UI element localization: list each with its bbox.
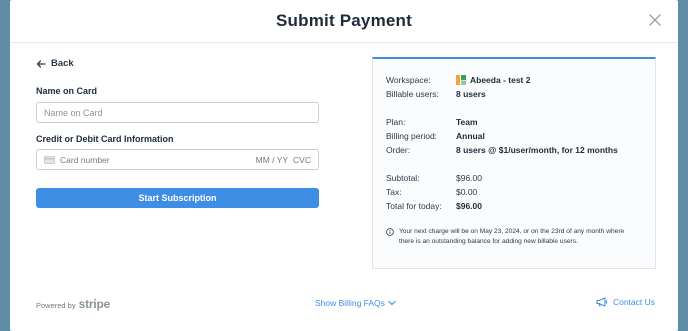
billing-period-key: Billing period: bbox=[386, 131, 438, 141]
workspace-key: Workspace: bbox=[386, 75, 431, 85]
order-value: 8 users @ $1/user/month, for 12 months bbox=[456, 145, 618, 155]
back-button[interactable]: Back bbox=[36, 58, 74, 69]
card-number-input[interactable]: Card number bbox=[60, 155, 256, 165]
contact-us-link[interactable]: Contact Us bbox=[596, 297, 655, 307]
card-cvc-input[interactable]: CVC bbox=[293, 155, 311, 165]
tax-value: $0.00 bbox=[456, 187, 478, 197]
modal-title: Submit Payment bbox=[276, 11, 412, 30]
next-charge-notice: Your next charge will be on May 23, 2024… bbox=[386, 227, 636, 247]
show-billing-faqs-link[interactable]: Show Billing FAQs bbox=[315, 298, 396, 308]
submit-payment-modal: Submit Payment Back Name on Card Credit … bbox=[10, 0, 678, 331]
powered-by-stripe: Powered by stripe bbox=[36, 297, 110, 311]
name-on-card-label: Name on Card bbox=[36, 86, 98, 96]
billable-users-value: 8 users bbox=[456, 89, 486, 99]
workspace-row: Workspace: Abeeda - test 2 bbox=[386, 75, 530, 85]
subtotal-row: Subtotal: $96.00 bbox=[386, 173, 482, 183]
back-label: Back bbox=[51, 58, 74, 69]
plan-key: Plan: bbox=[386, 117, 406, 127]
plan-row: Plan: Team bbox=[386, 117, 478, 127]
arrow-left-icon bbox=[36, 59, 46, 68]
name-on-card-input[interactable] bbox=[36, 102, 319, 123]
tax-row: Tax: $0.00 bbox=[386, 187, 477, 197]
modal-header: Submit Payment bbox=[10, 0, 678, 43]
total-row: Total for today: $96.00 bbox=[386, 201, 482, 211]
workspace-value: Abeeda - test 2 bbox=[470, 75, 531, 85]
card-expiry-input[interactable]: MM / YY bbox=[256, 155, 288, 165]
card-info-label: Credit or Debit Card Information bbox=[36, 134, 174, 144]
order-key: Order: bbox=[386, 145, 411, 155]
credit-card-icon bbox=[44, 155, 55, 164]
close-icon[interactable] bbox=[648, 13, 662, 27]
billable-users-key: Billable users: bbox=[386, 89, 439, 99]
powered-by-label: Powered by bbox=[36, 301, 76, 310]
contact-label: Contact Us bbox=[612, 297, 655, 307]
stripe-logo: stripe bbox=[78, 297, 111, 311]
workspace-value-wrap: Abeeda - test 2 bbox=[456, 75, 530, 85]
billable-users-row: Billable users: 8 users bbox=[386, 89, 486, 99]
start-subscription-button[interactable]: Start Subscription bbox=[36, 188, 319, 208]
total-key: Total for today: bbox=[386, 201, 442, 211]
card-details-field[interactable]: Card number MM / YY CVC bbox=[36, 149, 319, 170]
billing-period-row: Billing period: Annual bbox=[386, 131, 485, 141]
order-summary-panel: Workspace: Abeeda - test 2 Billable user… bbox=[372, 57, 656, 269]
tax-key: Tax: bbox=[386, 187, 402, 197]
billing-period-value: Annual bbox=[456, 131, 485, 141]
order-row: Order: 8 users @ $1/user/month, for 12 m… bbox=[386, 145, 618, 155]
info-icon bbox=[386, 228, 394, 236]
notice-text: Your next charge will be on May 23, 2024… bbox=[399, 228, 625, 245]
faq-label: Show Billing FAQs bbox=[315, 298, 385, 308]
subtotal-key: Subtotal: bbox=[386, 173, 420, 183]
workspace-logo bbox=[456, 75, 466, 85]
megaphone-icon bbox=[596, 297, 608, 307]
total-value: $96.00 bbox=[456, 201, 482, 211]
chevron-down-icon bbox=[388, 300, 396, 306]
plan-value: Team bbox=[456, 117, 478, 127]
subtotal-value: $96.00 bbox=[456, 173, 482, 183]
